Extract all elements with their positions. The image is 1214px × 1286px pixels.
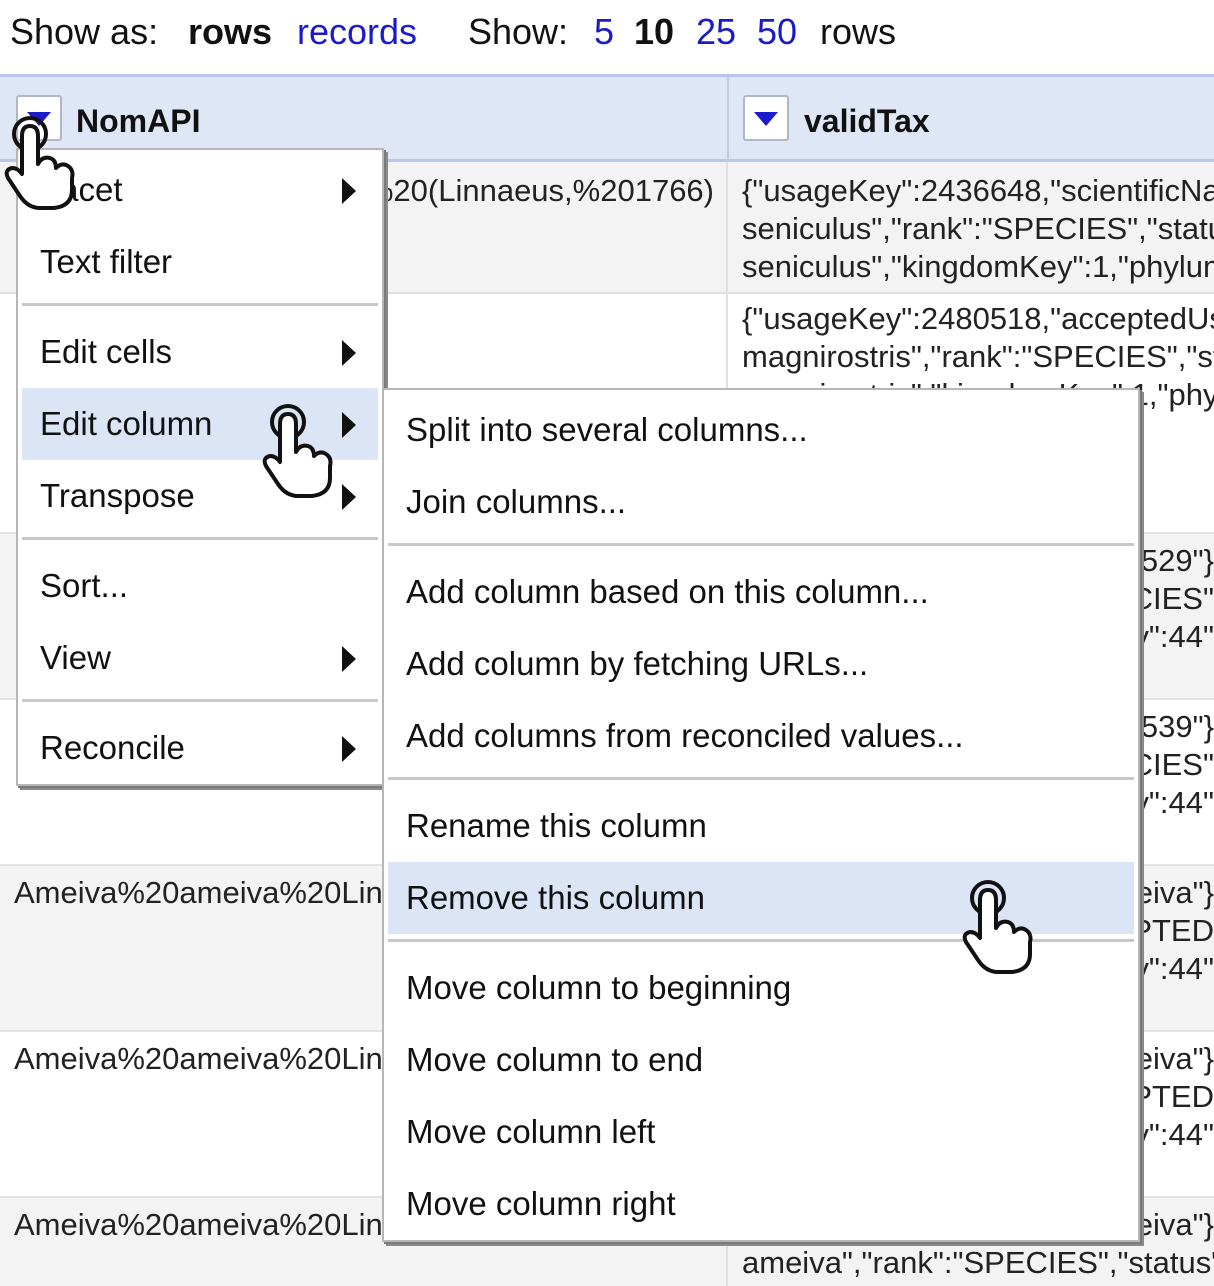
menu-item-add-columns-reconciled[interactable]: Add columns from reconciled values... <box>384 700 1138 772</box>
menu-item-label: Add column by fetching URLs... <box>406 645 869 682</box>
menu-item-label: Move column to end <box>406 1041 704 1078</box>
menu-item-label: Edit column <box>40 405 213 442</box>
show-as-label: Show as: <box>10 11 159 52</box>
menu-item-join-columns[interactable]: Join columns... <box>384 466 1138 538</box>
records-mode-link[interactable]: records <box>297 0 417 64</box>
menu-item-reconcile[interactable]: Reconcile <box>18 712 382 784</box>
menu-item-label: Add column based on this column... <box>406 573 929 610</box>
menu-item-label: Rename this column <box>406 807 707 844</box>
hand-pointer-icon <box>4 116 75 210</box>
rows-mode-current: rows <box>188 11 273 52</box>
menu-item-move-left[interactable]: Move column left <box>384 1096 1138 1168</box>
rows-suffix-label: rows <box>820 11 897 52</box>
view-toolbar: Show as: rows records Show: 5 10 25 50 r… <box>0 0 1214 72</box>
hand-pointer-icon <box>962 880 1033 974</box>
validtax-cell-line[interactable]: {"usageKey":2436648,"scientificName":"Al… <box>742 172 1214 210</box>
menu-item-label: Split into several columns... <box>406 411 808 448</box>
menu-item-label: Sort... <box>40 567 129 604</box>
menu-item-label: Move column left <box>406 1113 656 1150</box>
menu-item-text-filter[interactable]: Text filter <box>18 226 382 298</box>
menu-item-edit-cells[interactable]: Edit cells <box>18 316 382 388</box>
menu-item-split-columns[interactable]: Split into several columns... <box>384 394 1138 466</box>
page-size-50-link[interactable]: 50 <box>757 0 797 64</box>
menu-item-label: Move column to beginning <box>406 969 792 1006</box>
menu-item-label: Reconcile <box>40 729 185 766</box>
validtax-cell-line[interactable]: seniculus","rank":"SPECIES","status":"AC… <box>742 210 1214 248</box>
page-size-25-link[interactable]: 25 <box>696 0 736 64</box>
menu-item-sort[interactable]: Sort... <box>18 550 382 622</box>
triangle-right-icon <box>342 340 356 366</box>
validtax-cell-line[interactable]: seniculus","kingdomKey":1,"phylumKey":44 <box>742 248 1214 286</box>
nomapi-column-header[interactable]: NomAPI <box>76 103 200 140</box>
triangle-right-icon <box>342 484 356 510</box>
menu-item-label: Edit cells <box>40 333 173 370</box>
triangle-right-icon <box>342 646 356 672</box>
menu-item-label: Join columns... <box>406 483 627 520</box>
menu-item-label: Move column right <box>406 1185 676 1222</box>
menu-separator <box>388 543 1134 546</box>
hand-pointer-icon <box>262 404 333 498</box>
menu-item-label: Transpose <box>40 477 195 514</box>
menu-separator <box>22 303 378 306</box>
edit-column-submenu: Split into several columns... Join colum… <box>382 388 1140 1242</box>
menu-item-label: View <box>40 639 111 676</box>
validtax-cell-line[interactable]: magnirostris","rank":"SPECIES","status":… <box>742 338 1214 376</box>
menu-item-label: Remove this column <box>406 879 705 916</box>
column-divider <box>727 77 729 159</box>
validtax-cell-line[interactable]: {"usageKey":2480518,"acceptedUsageKey":2… <box>742 300 1214 338</box>
menu-item-rename-column[interactable]: Rename this column <box>384 790 1138 862</box>
show-label: Show: <box>468 11 569 52</box>
triangle-right-icon <box>342 736 356 762</box>
menu-item-label: Text filter <box>40 243 173 280</box>
menu-item-move-to-end[interactable]: Move column to end <box>384 1024 1138 1096</box>
menu-item-move-right[interactable]: Move column right <box>384 1168 1138 1240</box>
menu-item-add-column-based[interactable]: Add column based on this column... <box>384 556 1138 628</box>
triangle-down-icon <box>754 112 778 126</box>
menu-item-view[interactable]: View <box>18 622 382 694</box>
validtax-column-header[interactable]: validTax <box>804 103 930 140</box>
page-size-10-current: 10 <box>634 11 675 52</box>
menu-separator <box>22 699 378 702</box>
page-size-5-link[interactable]: 5 <box>594 0 614 64</box>
menu-item-label: Add columns from reconciled values... <box>406 717 964 754</box>
menu-separator <box>388 777 1134 780</box>
validtax-cell-line[interactable]: ameiva","rank":"SPECIES","status":"ACCEP… <box>742 1244 1214 1282</box>
menu-item-add-column-fetch-urls[interactable]: Add column by fetching URLs... <box>384 628 1138 700</box>
menu-separator <box>22 537 378 540</box>
triangle-right-icon <box>342 178 356 204</box>
validtax-column-menu-button[interactable] <box>743 95 789 141</box>
triangle-right-icon <box>342 412 356 438</box>
